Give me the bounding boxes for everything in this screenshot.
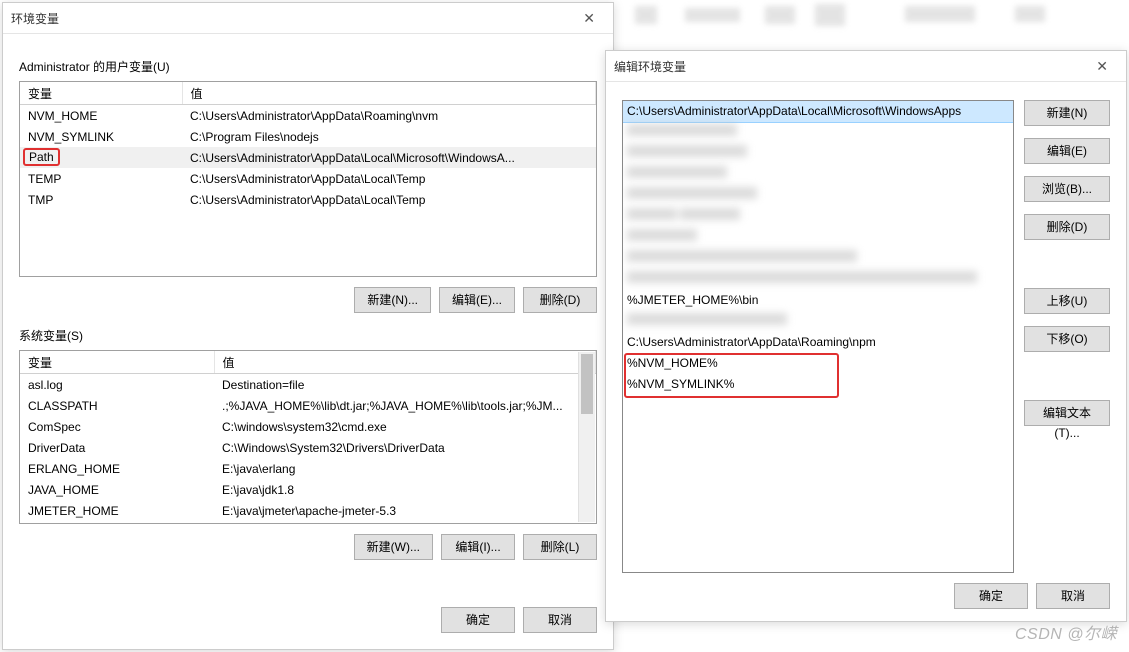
close-icon[interactable]: ✕ (573, 6, 605, 31)
edit-path-dialog: 编辑环境变量 ✕ C:\Users\Administrator\AppData\… (605, 50, 1127, 622)
table-row[interactable]: TMPC:\Users\Administrator\AppData\Local\… (20, 189, 596, 210)
path-list[interactable]: C:\Users\Administrator\AppData\Local\Mic… (622, 100, 1014, 573)
table-row[interactable]: DriverDataC:\Windows\System32\Drivers\Dr… (20, 437, 596, 458)
ok-button[interactable]: 确定 (441, 607, 515, 633)
col-value-header[interactable]: 值 (182, 82, 596, 105)
cancel-button[interactable]: 取消 (1036, 583, 1110, 609)
titlebar: 编辑环境变量 ✕ (606, 51, 1126, 82)
list-item[interactable] (623, 248, 1013, 269)
user-new-button[interactable]: 新建(N)... (354, 287, 431, 313)
new-button[interactable]: 新建(N) (1024, 100, 1110, 126)
table-row[interactable]: asl.logDestination=file (20, 374, 596, 396)
titlebar: 环境变量 ✕ (3, 3, 613, 34)
list-item[interactable] (623, 206, 1013, 227)
list-item[interactable] (623, 122, 1013, 143)
edit-text-button[interactable]: 编辑文本(T)... (1024, 400, 1110, 426)
list-item[interactable]: %JMETER_HOME%\bin (623, 290, 1013, 311)
user-delete-button[interactable]: 删除(D) (523, 287, 597, 313)
delete-button[interactable]: 删除(D) (1024, 214, 1110, 240)
user-edit-button[interactable]: 编辑(E)... (439, 287, 515, 313)
sys-vars-table[interactable]: 变量 值 asl.logDestination=file CLASSPATH.;… (19, 350, 597, 524)
dialog-title: 环境变量 (11, 10, 573, 27)
cancel-button[interactable]: 取消 (523, 607, 597, 633)
col-value-header[interactable]: 值 (214, 351, 596, 374)
watermark: CSDN @尔嵘 (1015, 620, 1117, 644)
sys-new-button[interactable]: 新建(W)... (354, 534, 433, 560)
table-row[interactable]: TEMPC:\Users\Administrator\AppData\Local… (20, 168, 596, 189)
list-item[interactable] (623, 185, 1013, 206)
list-item[interactable] (623, 164, 1013, 185)
dialog-title: 编辑环境变量 (614, 58, 1086, 75)
table-row[interactable]: JAVA_HOMEE:\java\jdk1.8 (20, 479, 596, 500)
sys-edit-button[interactable]: 编辑(I)... (441, 534, 515, 560)
move-down-button[interactable]: 下移(O) (1024, 326, 1110, 352)
col-name-header[interactable]: 变量 (20, 82, 182, 105)
move-up-button[interactable]: 上移(U) (1024, 288, 1110, 314)
list-item[interactable] (623, 143, 1013, 164)
env-vars-dialog: 环境变量 ✕ Administrator 的用户变量(U) 变量 值 NVM_H… (2, 2, 614, 650)
list-item[interactable] (623, 311, 1013, 332)
close-icon[interactable]: ✕ (1086, 54, 1118, 79)
scrollbar-thumb[interactable] (581, 354, 593, 414)
scrollbar[interactable] (578, 352, 595, 522)
user-vars-table[interactable]: 变量 值 NVM_HOMEC:\Users\Administrator\AppD… (19, 81, 597, 277)
sys-vars-label: 系统变量(S) (19, 327, 597, 344)
table-row[interactable]: JMETER_HOMEE:\java\jmeter\apache-jmeter-… (20, 500, 596, 521)
ok-button[interactable]: 确定 (954, 583, 1028, 609)
list-item[interactable]: C:\Users\Administrator\AppData\Local\Mic… (622, 100, 1014, 123)
path-highlight: Path (23, 148, 60, 166)
table-row[interactable]: CLASSPATH.;%JAVA_HOME%\lib\dt.jar;%JAVA_… (20, 395, 596, 416)
background-blur (605, 0, 1125, 40)
table-row[interactable]: NVM_SYMLINKC:\Program Files\nodejs (20, 126, 596, 147)
list-item[interactable] (623, 269, 1013, 290)
edit-button[interactable]: 编辑(E) (1024, 138, 1110, 164)
user-vars-label: Administrator 的用户变量(U) (19, 58, 597, 75)
list-item[interactable]: C:\Users\Administrator\AppData\Roaming\n… (623, 332, 1013, 353)
browse-button[interactable]: 浏览(B)... (1024, 176, 1110, 202)
col-name-header[interactable]: 变量 (20, 351, 214, 374)
list-item[interactable] (623, 227, 1013, 248)
table-row[interactable]: PathC:\Users\Administrator\AppData\Local… (20, 147, 596, 168)
sys-delete-button[interactable]: 删除(L) (523, 534, 597, 560)
table-row[interactable]: NVM_HOMEC:\Users\Administrator\AppData\R… (20, 105, 596, 127)
table-row[interactable]: ComSpecC:\windows\system32\cmd.exe (20, 416, 596, 437)
nvm-highlight (624, 353, 839, 398)
table-row[interactable]: ERLANG_HOMEE:\java\erlang (20, 458, 596, 479)
